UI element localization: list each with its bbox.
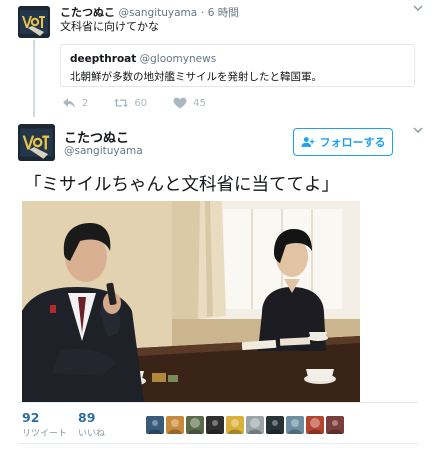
separator: · <box>200 6 205 19</box>
quoted-tweet-text: 北朝鮮が多数の地対艦ミサイルを発射したと韓国軍。 <box>70 71 322 83</box>
timestamp[interactable]: 6 時間 <box>208 7 239 19</box>
liker-avatar-7[interactable] <box>266 416 284 434</box>
reply-button[interactable]: 2 <box>62 97 88 109</box>
retweet-total: 92 <box>22 410 40 425</box>
like-count: 45 <box>193 97 206 109</box>
liker-avatar-2[interactable] <box>166 416 184 434</box>
avatar[interactable] <box>18 124 55 161</box>
retweet-stat[interactable]: 92 リツイート <box>22 410 67 439</box>
follow-button[interactable]: フォローする <box>293 128 393 156</box>
liker-avatar-4[interactable] <box>206 416 224 434</box>
add-user-icon <box>300 137 314 147</box>
heart-icon <box>173 97 187 109</box>
liker-avatar-10[interactable] <box>326 416 344 434</box>
tweet-photo[interactable] <box>22 201 360 402</box>
like-total: 89 <box>78 410 96 425</box>
liker-avatar-8[interactable] <box>286 416 304 434</box>
follow-label: フォローする <box>319 137 386 149</box>
divider <box>18 402 418 403</box>
screen-name[interactable]: @sangituyama <box>64 145 143 157</box>
chevron-down-icon[interactable] <box>413 126 423 137</box>
quoted-tweet-header: deepthroat @gloomynews <box>70 53 216 65</box>
liker-avatar-9[interactable] <box>306 416 324 434</box>
reply-icon <box>63 98 75 108</box>
display-name[interactable]: こたつぬこ <box>64 127 129 146</box>
like-stat-label: いいね <box>78 429 106 439</box>
avatar[interactable] <box>18 6 50 38</box>
liker-avatars <box>146 416 344 434</box>
quoted-tweet[interactable]: deepthroat @gloomynews 北朝鮮が多数の地対艦ミサイルを発射… <box>60 44 415 87</box>
like-stat[interactable]: 89 いいね <box>78 410 105 439</box>
liker-avatar-3[interactable] <box>186 416 204 434</box>
divider <box>18 443 418 444</box>
thread-connector <box>33 40 35 117</box>
chevron-down-icon[interactable] <box>413 4 423 15</box>
vote-avatar-image <box>18 124 55 161</box>
retweet-button[interactable]: 60 <box>114 97 147 109</box>
tweet-actions: 2 60 45 <box>62 97 232 109</box>
vote-avatar-image <box>18 6 50 38</box>
liker-avatar-1[interactable] <box>146 416 164 434</box>
retweet-count: 60 <box>134 97 148 109</box>
liker-avatar-6[interactable] <box>246 416 264 434</box>
like-button[interactable]: 45 <box>173 97 206 109</box>
quoted-screen-name: @gloomynews <box>139 53 217 65</box>
photo-image <box>22 201 360 402</box>
retweet-stat-label: リツイート <box>22 429 68 439</box>
reply-count: 2 <box>82 97 89 109</box>
retweet-icon <box>114 98 129 108</box>
liker-avatar-5[interactable] <box>226 416 244 434</box>
quoted-display-name: deepthroat <box>70 53 137 65</box>
tweet-text: 「ミサイルちゃんと文科省に当ててよ」 <box>24 175 339 195</box>
tweet-text: 文科省に向けてかな <box>60 20 159 33</box>
